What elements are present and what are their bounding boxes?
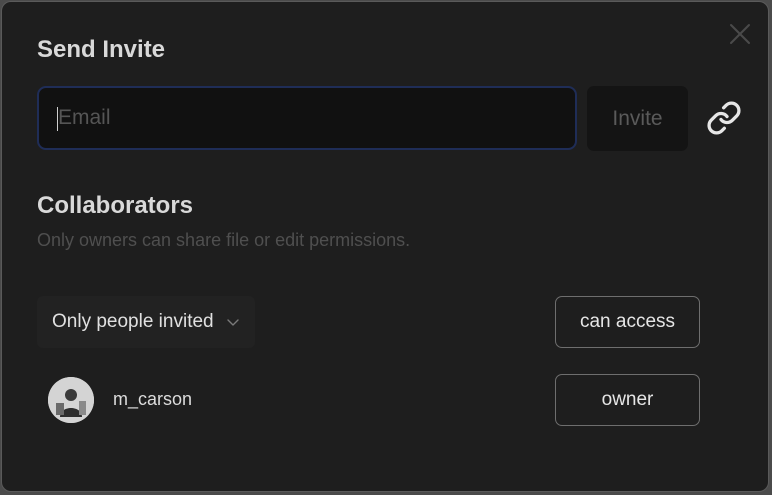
general-access-value: Only people invited [52,311,214,332]
collaborators-subtitle: Only owners can share file or edit permi… [37,230,411,250]
chevron-down-icon [227,319,239,326]
general-access-permission-button[interactable]: can access [555,296,700,348]
general-access-select[interactable]: Only people invited [37,296,255,348]
close-button[interactable] [726,20,754,48]
collaborator-permission-button[interactable]: owner [555,374,700,426]
collaborator-username: m_carson [113,389,193,409]
collaborators-heading: Collaborators [37,192,194,219]
email-input[interactable] [39,88,575,148]
user-avatar-icon [48,377,94,423]
invite-button[interactable]: Invite [587,86,688,151]
user-avatar [48,377,94,423]
link-icon [707,101,741,135]
send-invite-dialog: Send Invite Invite Collaborators Only ow… [1,1,769,492]
copy-link-button[interactable] [706,100,742,136]
email-field-wrapper [37,86,577,150]
close-icon [730,24,750,44]
dialog-title: Send Invite [37,36,166,63]
text-caret [57,107,58,131]
